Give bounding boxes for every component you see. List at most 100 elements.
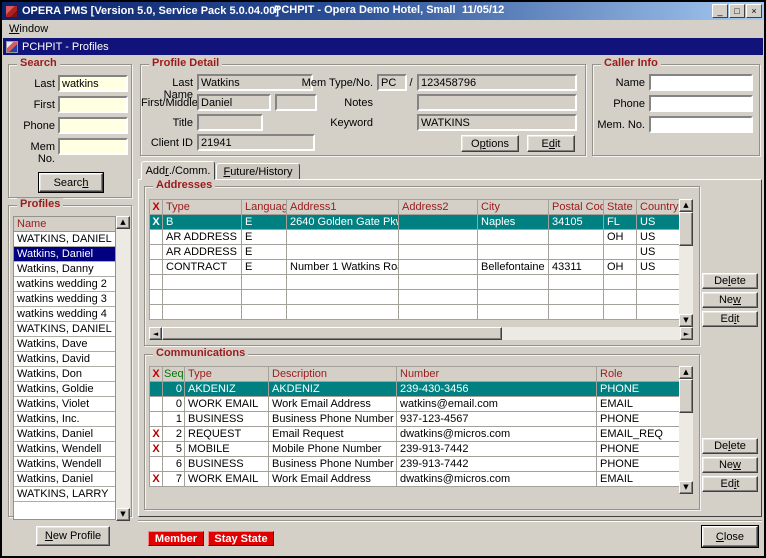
- scroll-thumb[interactable]: [162, 327, 502, 340]
- close-icon[interactable]: ×: [746, 4, 762, 18]
- list-item[interactable]: Watkins, Daniel: [14, 427, 115, 442]
- scroll-right-icon[interactable]: ►: [680, 327, 693, 340]
- title-field[interactable]: [197, 114, 263, 131]
- tab-future-history[interactable]: Future/History: [216, 163, 300, 180]
- list-item[interactable]: Watkins, David: [14, 352, 115, 367]
- list-item[interactable]: Watkins, Violet: [14, 397, 115, 412]
- table-row[interactable]: [150, 290, 680, 305]
- search-button[interactable]: Search: [39, 173, 103, 192]
- table-row[interactable]: CONTRACTENumber 1 Watkins RoadBellefonta…: [150, 260, 680, 275]
- list-item[interactable]: WATKINS, DANIEL: [14, 322, 115, 337]
- column-header[interactable]: Country: [637, 200, 680, 215]
- scroll-down-icon[interactable]: ▼: [679, 481, 693, 494]
- table-row[interactable]: AR ADDRESSEUS: [150, 245, 680, 260]
- notes-field[interactable]: [417, 94, 577, 111]
- column-header[interactable]: Address1: [287, 200, 399, 215]
- profiles-name-header[interactable]: Name: [13, 216, 116, 232]
- scroll-left-icon[interactable]: ◄: [149, 327, 162, 340]
- addresses-vscrollbar[interactable]: ▲ ▼: [679, 199, 693, 327]
- window-titlebar[interactable]: OPERA PMS [Version 5.0, Service Pack 5.0…: [2, 2, 764, 20]
- column-header[interactable]: Language: [242, 200, 287, 215]
- list-item[interactable]: Watkins, Danny: [14, 262, 115, 277]
- table-row[interactable]: AR ADDRESSEOHUS: [150, 230, 680, 245]
- column-header[interactable]: State: [604, 200, 637, 215]
- communications-delete-button[interactable]: Delete: [702, 438, 758, 454]
- mem-type-field[interactable]: [377, 74, 407, 91]
- list-item[interactable]: Watkins, Daniel: [14, 472, 115, 487]
- table-row[interactable]: 1BUSINESSBusiness Phone Number937-123-45…: [150, 412, 680, 427]
- profiles-scrollbar[interactable]: ▲ ▼: [116, 216, 130, 521]
- search-phone-input[interactable]: [58, 117, 128, 134]
- addresses-new-button[interactable]: New: [702, 292, 758, 308]
- caller-name-input[interactable]: [649, 74, 753, 91]
- column-header[interactable]: Description: [269, 367, 397, 382]
- table-row[interactable]: X2REQUESTEmail Requestdwatkins@micros.co…: [150, 427, 680, 442]
- close-button[interactable]: Close: [702, 526, 758, 547]
- column-header[interactable]: Role: [597, 367, 680, 382]
- communications-vscrollbar[interactable]: ▲ ▼: [679, 366, 693, 494]
- table-row[interactable]: 0AKDENIZAKDENIZ239-430-3456PHONE: [150, 382, 680, 397]
- options-button[interactable]: Options: [461, 135, 519, 152]
- new-profile-button[interactable]: New Profile: [36, 526, 110, 546]
- list-item[interactable]: Watkins, Goldie: [14, 382, 115, 397]
- list-item[interactable]: watkins wedding 2: [14, 277, 115, 292]
- list-item[interactable]: Watkins, Don: [14, 367, 115, 382]
- list-item[interactable]: Watkins, Dave: [14, 337, 115, 352]
- list-item[interactable]: Watkins, Daniel: [14, 247, 115, 262]
- table-row[interactable]: X7WORK EMAILWork Email Addressdwatkins@m…: [150, 472, 680, 487]
- scroll-track[interactable]: [679, 413, 693, 481]
- scroll-thumb[interactable]: [679, 212, 693, 246]
- column-header[interactable]: X: [150, 367, 163, 382]
- communications-new-button[interactable]: New: [702, 457, 758, 473]
- scroll-thumb[interactable]: [679, 379, 693, 413]
- table-row[interactable]: [150, 275, 680, 290]
- addresses-edit-button[interactable]: Edit: [702, 311, 758, 327]
- list-item[interactable]: Watkins, Wendell: [14, 442, 115, 457]
- edit-profile-button[interactable]: Edit: [527, 135, 575, 152]
- search-first-input[interactable]: [58, 96, 128, 113]
- list-item[interactable]: watkins wedding 3: [14, 292, 115, 307]
- mem-no-field[interactable]: [417, 74, 577, 91]
- caller-mem-input[interactable]: [649, 116, 753, 133]
- column-header[interactable]: Type: [185, 367, 269, 382]
- list-item[interactable]: WATKINS, LARRY: [14, 487, 115, 502]
- column-header[interactable]: City: [478, 200, 549, 215]
- table-row[interactable]: X5MOBILEMobile Phone Number239-913-7442P…: [150, 442, 680, 457]
- communications-edit-button[interactable]: Edit: [702, 476, 758, 492]
- scroll-track[interactable]: [116, 229, 130, 508]
- caller-phone-input[interactable]: [649, 95, 753, 112]
- list-item[interactable]: WATKINS, DANIEL: [14, 232, 115, 247]
- scroll-track[interactable]: [502, 327, 680, 340]
- maximize-icon[interactable]: □: [729, 4, 745, 18]
- list-item[interactable]: Watkins, Inc.: [14, 412, 115, 427]
- scroll-up-icon[interactable]: ▲: [679, 199, 693, 212]
- minimize-icon[interactable]: _: [712, 4, 728, 18]
- addresses-delete-button[interactable]: Delete: [702, 273, 758, 289]
- column-header[interactable]: X: [150, 200, 163, 215]
- last-name-field[interactable]: [197, 74, 313, 91]
- table-row[interactable]: XBE2640 Golden Gate Pkwy Ste 2Naples3410…: [150, 215, 680, 230]
- column-header[interactable]: Type: [163, 200, 242, 215]
- column-header[interactable]: Seq: [163, 367, 185, 382]
- tab-addr-comm[interactable]: Addr./Comm.: [141, 161, 215, 180]
- client-id-field[interactable]: [197, 134, 315, 151]
- table-row[interactable]: [150, 305, 680, 320]
- list-item[interactable]: watkins wedding 4: [14, 307, 115, 322]
- table-row[interactable]: 6BUSINESSBusiness Phone Number239-913-74…: [150, 457, 680, 472]
- column-header[interactable]: Postal Code: [549, 200, 604, 215]
- list-item[interactable]: Watkins, Wendell: [14, 457, 115, 472]
- scroll-track[interactable]: [679, 246, 693, 314]
- first-name-field[interactable]: [197, 94, 271, 111]
- scroll-down-icon[interactable]: ▼: [679, 314, 693, 327]
- addresses-hscrollbar[interactable]: ◄ ►: [149, 327, 693, 340]
- search-last-input[interactable]: [58, 75, 128, 92]
- search-mem-input[interactable]: [58, 138, 128, 155]
- scroll-down-icon[interactable]: ▼: [116, 508, 130, 521]
- column-header[interactable]: Number: [397, 367, 597, 382]
- scroll-up-icon[interactable]: ▲: [116, 216, 130, 229]
- column-header[interactable]: Address2: [399, 200, 478, 215]
- scroll-up-icon[interactable]: ▲: [679, 366, 693, 379]
- keyword-field[interactable]: [417, 114, 577, 131]
- table-row[interactable]: 0WORK EMAILWork Email Addresswatkins@ema…: [150, 397, 680, 412]
- menu-window[interactable]: Window: [9, 23, 48, 35]
